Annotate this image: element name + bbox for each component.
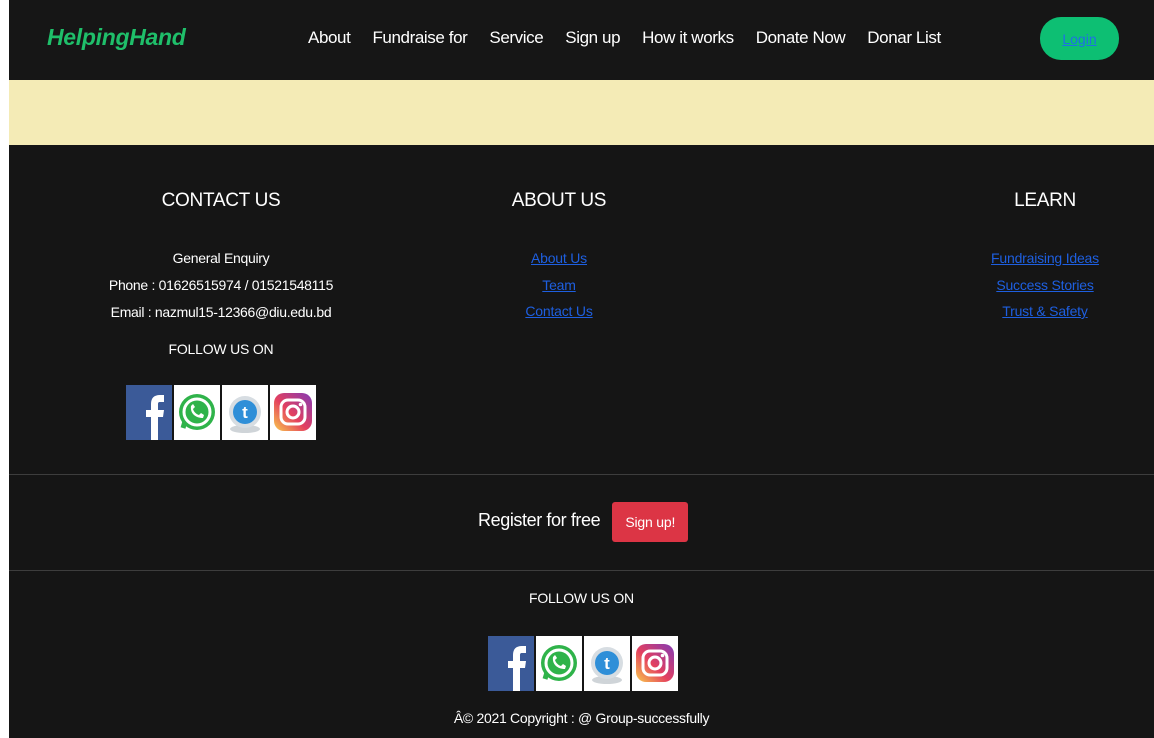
phone-text: Phone : 01626515974 / 01521548115 (108, 277, 334, 293)
social-icons: t (126, 385, 316, 440)
nav-link-donar-list[interactable]: Donar List (867, 28, 941, 48)
instagram-icon[interactable] (270, 385, 316, 440)
follow-us-label: FOLLOW US ON (168, 341, 274, 357)
divider (9, 570, 1154, 571)
trust-safety-link[interactable]: Trust & Safety (955, 298, 1135, 325)
instagram-icon[interactable] (632, 636, 678, 691)
about-column: ABOUT US About Us Team Contact Us (469, 190, 649, 325)
nav-link-fundraise-for[interactable]: Fundraise for (372, 28, 467, 48)
svg-text:t: t (242, 403, 248, 422)
contact-column: CONTACT US General Enquiry Phone : 01626… (83, 190, 359, 357)
email-text: Email : nazmul15-12366@diu.edu.bd (110, 304, 332, 320)
about-heading: ABOUT US (511, 190, 607, 211)
register-section: Register for free Sign up! (478, 502, 689, 542)
copyright-text: Â© 2021 Copyright : @ Group-successfully (453, 710, 710, 726)
login-button[interactable]: Login (1040, 17, 1119, 60)
brand-logo[interactable]: HelpingHand (47, 24, 186, 51)
about-us-link[interactable]: About Us (469, 245, 649, 272)
whatsapp-icon[interactable] (174, 385, 220, 440)
register-text: Register for free (478, 509, 601, 530)
nav-link-sign-up[interactable]: Sign up (565, 28, 620, 48)
general-enquiry: General Enquiry (172, 250, 270, 266)
nav-link-about[interactable]: About (308, 28, 351, 48)
navbar: HelpingHand About Fundraise for Service … (9, 0, 1154, 80)
whatsapp-icon[interactable] (536, 636, 582, 691)
learn-heading: LEARN (1014, 190, 1076, 211)
banner (9, 80, 1154, 145)
nav-link-donate-now[interactable]: Donate Now (756, 28, 846, 48)
nav-link-how-it-works[interactable]: How it works (642, 28, 734, 48)
contact-us-link[interactable]: Contact Us (469, 298, 649, 325)
facebook-icon[interactable] (126, 385, 172, 440)
page: HelpingHand About Fundraise for Service … (9, 0, 1154, 738)
twitter-icon[interactable]: t (584, 636, 630, 691)
nav-link-service[interactable]: Service (489, 28, 543, 48)
fundraising-ideas-link[interactable]: Fundraising Ideas (955, 245, 1135, 272)
contact-heading: CONTACT US (161, 190, 281, 211)
bottom-social-icons: t (488, 636, 678, 691)
nav-links: About Fundraise for Service Sign up How … (308, 28, 963, 48)
divider (9, 474, 1154, 475)
svg-text:t: t (604, 654, 610, 673)
success-stories-link[interactable]: Success Stories (955, 272, 1135, 299)
twitter-icon[interactable]: t (222, 385, 268, 440)
facebook-icon[interactable] (488, 636, 534, 691)
signup-button[interactable]: Sign up! (612, 502, 689, 542)
bottom-follow-us-label: FOLLOW US ON (529, 590, 634, 606)
learn-column: LEARN Fundraising Ideas Success Stories … (955, 190, 1135, 325)
team-link[interactable]: Team (469, 272, 649, 299)
